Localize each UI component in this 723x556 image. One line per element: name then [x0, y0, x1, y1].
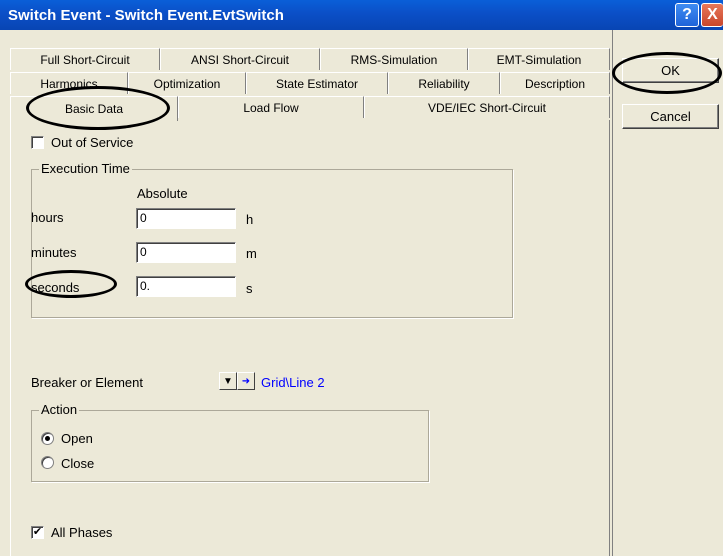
tab-load-flow[interactable]: Load Flow: [178, 96, 364, 118]
tab-optimization[interactable]: Optimization: [128, 72, 246, 94]
dialog-client-area: Full Short-Circuit ANSI Short-Circuit RM…: [0, 30, 723, 556]
tab-full-short-circuit[interactable]: Full Short-Circuit: [10, 48, 160, 70]
all-phases-label: All Phases: [51, 525, 113, 540]
all-phases-checkbox[interactable]: ✔: [31, 526, 44, 539]
tab-basic-data[interactable]: Basic Data: [10, 96, 178, 121]
close-button[interactable]: X: [701, 3, 723, 27]
tab-state-estimator[interactable]: State Estimator: [246, 72, 388, 94]
seconds-label: seconds: [31, 280, 80, 295]
dropdown-arrow-icon: ▼: [223, 375, 233, 387]
absolute-column-header: Absolute: [137, 186, 188, 201]
tab-emt-simulation[interactable]: EMT-Simulation: [468, 48, 610, 70]
tab-ansi-short-circuit[interactable]: ANSI Short-Circuit: [160, 48, 320, 70]
hours-label: hours: [31, 210, 64, 225]
right-separator: [612, 30, 613, 556]
help-button[interactable]: ?: [675, 3, 699, 27]
minutes-unit: m: [246, 246, 257, 261]
ok-button[interactable]: OK: [622, 58, 719, 83]
breaker-jump-button[interactable]: ➜: [237, 372, 255, 390]
tab-reliability[interactable]: Reliability: [388, 72, 500, 94]
minutes-label: minutes: [31, 245, 77, 260]
ok-button-label: OK: [661, 63, 680, 78]
cancel-button-label: Cancel: [650, 109, 691, 124]
execution-time-title: Execution Time: [39, 161, 132, 176]
right-arrow-icon: ➜: [241, 375, 251, 387]
execution-time-group: [31, 169, 513, 318]
seconds-field[interactable]: 0.: [136, 276, 236, 297]
out-of-service-label: Out of Service: [51, 135, 134, 150]
tab-rms-simulation[interactable]: RMS-Simulation: [320, 48, 468, 70]
out-of-service-checkbox[interactable]: [31, 136, 44, 149]
hours-field[interactable]: 0: [136, 208, 236, 229]
seconds-unit: s: [246, 281, 253, 296]
checkmark-icon: ✔: [32, 526, 43, 538]
close-radio[interactable]: [41, 456, 54, 469]
window-title: Switch Event - Switch Event.EvtSwitch: [8, 6, 284, 24]
basic-data-panel: Out of Service Execution Time Absolute h…: [10, 120, 610, 556]
close-icon: X: [707, 6, 718, 23]
action-group: [31, 410, 429, 482]
minutes-field[interactable]: 0: [136, 242, 236, 263]
tab-description[interactable]: Description: [500, 72, 610, 94]
action-title: Action: [39, 402, 80, 417]
titlebar[interactable]: Switch Event - Switch Event.EvtSwitch ? …: [0, 0, 723, 30]
breaker-select-button[interactable]: ▼: [219, 372, 237, 390]
breaker-or-element-label: Breaker or Element: [31, 375, 143, 390]
close-label: Close: [61, 456, 95, 471]
breaker-element-link[interactable]: Grid\Line 2: [261, 375, 325, 390]
open-label: Open: [61, 431, 93, 446]
help-icon: ?: [682, 6, 692, 23]
tab-harmonics[interactable]: Harmonics: [10, 72, 128, 94]
tab-vde-iec-short-circuit[interactable]: VDE/IEC Short-Circuit: [364, 96, 610, 118]
cancel-button[interactable]: Cancel: [622, 104, 719, 129]
open-radio[interactable]: [41, 432, 54, 445]
hours-unit: h: [246, 212, 254, 227]
